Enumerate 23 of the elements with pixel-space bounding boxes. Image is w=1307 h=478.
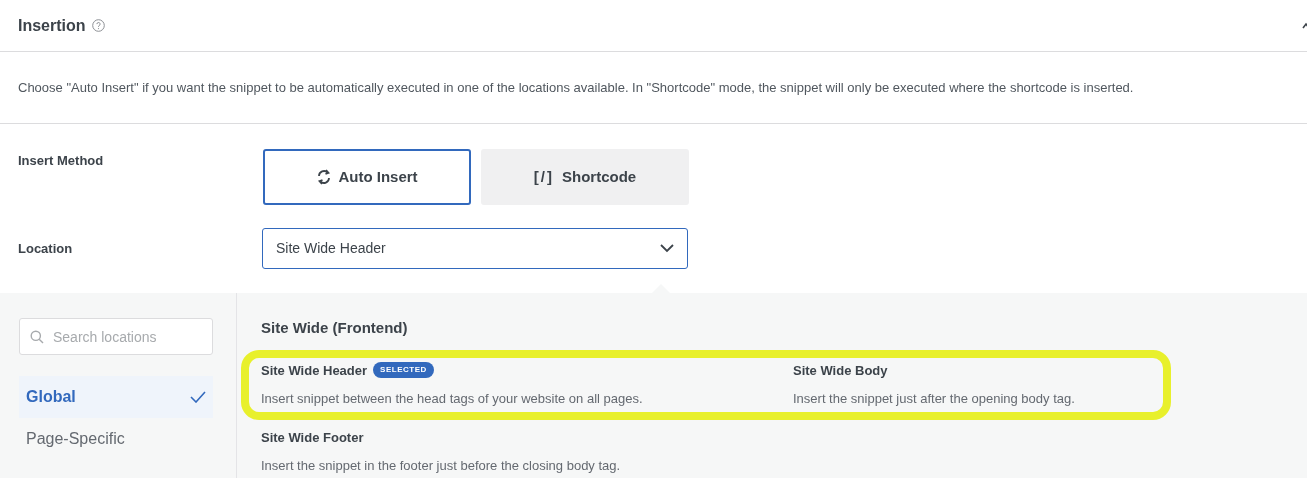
description-text: Choose "Auto Insert" if you want the snippet to be automatically executed in one of the locations available. In "Shortcode" mode, the snippet will only be executed where the shortcode is inserted. <box>18 78 1134 97</box>
location-description: Insert the snippet just after the opening body tag. <box>793 390 1076 408</box>
category-item[interactable]: Page-Specific <box>19 418 213 460</box>
selected-badge: SELECTED <box>373 362 434 379</box>
location-title[interactable]: Site Wide Footer <box>261 427 364 447</box>
location-title[interactable]: Site Wide Header <box>261 360 368 380</box>
location-description: Insert the snippet in the footer just before the closing body tag. <box>261 457 622 475</box>
location-description: Insert snippet between the head tags of your website on all pages. <box>261 390 644 408</box>
search-field[interactable]: Search locations <box>19 318 213 355</box>
chevron-down-icon <box>660 244 674 253</box>
location-title[interactable]: Site Wide Body <box>793 360 888 380</box>
auto-insert-button[interactable]: Auto Insert <box>263 149 471 205</box>
category-item[interactable]: Global <box>19 376 213 418</box>
search-icon <box>30 330 44 344</box>
location-select[interactable]: Site Wide Header <box>262 228 688 269</box>
refresh-icon <box>316 168 333 186</box>
field-label: Location <box>18 239 74 258</box>
shortcode-button[interactable]: [/] Shortcode <box>481 149 689 205</box>
field-label: Insert Method <box>18 152 105 170</box>
section-title: Site Wide (Frontend) <box>260 318 409 338</box>
panel-title: Insertion <box>18 15 86 36</box>
help-icon[interactable] <box>91 19 105 32</box>
check-icon <box>190 391 206 403</box>
